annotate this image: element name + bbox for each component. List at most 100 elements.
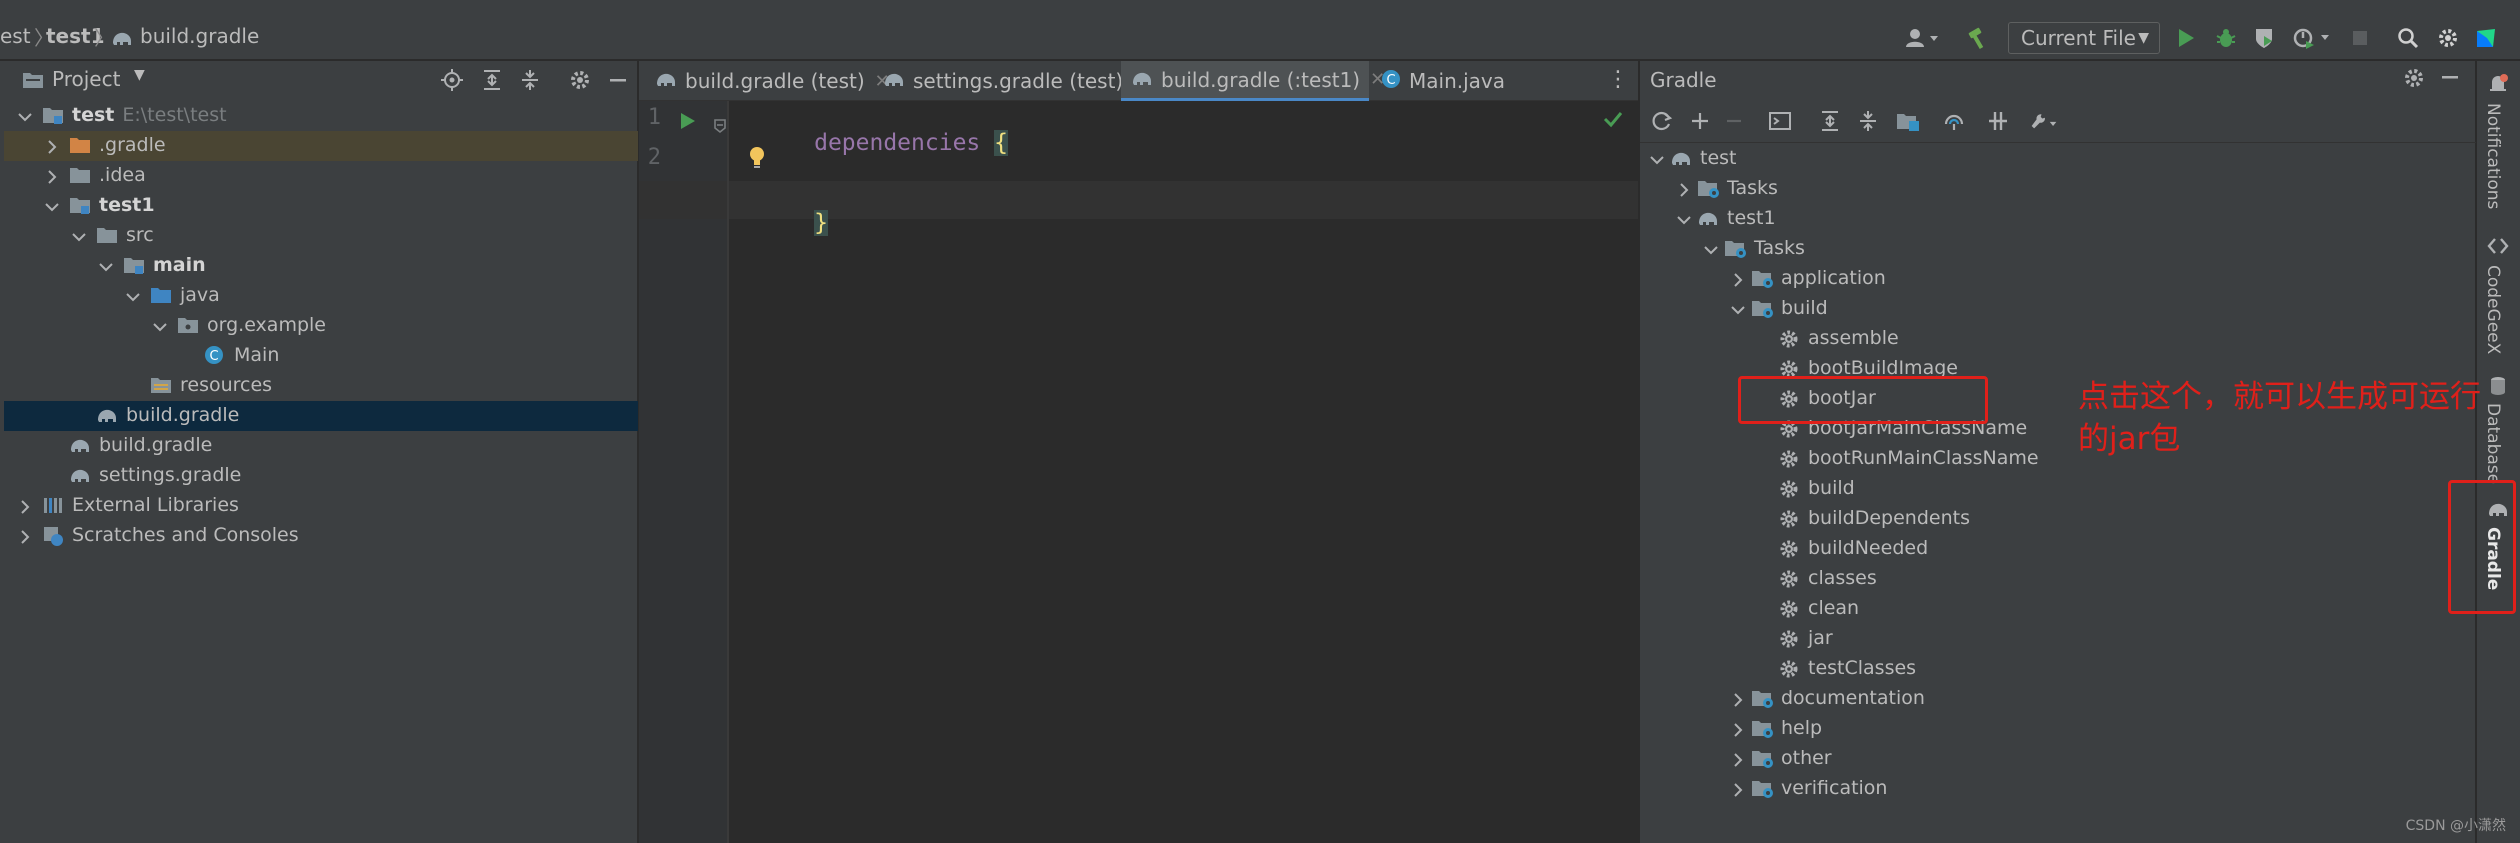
offline-mode-icon[interactable] [1940, 107, 1968, 135]
project-tree-item-scratches-and-consoles[interactable]: Scratches and Consoles [4, 521, 638, 551]
project-tree-item-gradle[interactable]: .gradle [4, 131, 638, 161]
more-tabs-icon[interactable]: ⋮ [1607, 67, 1629, 92]
gradle-tree-item-other[interactable]: other [1729, 744, 2468, 774]
project-tree-item-java[interactable]: java [4, 281, 638, 311]
remove-icon[interactable] [1720, 107, 1748, 135]
expand-all-icon[interactable] [478, 66, 506, 94]
gradle-tree-item-classes[interactable]: classes [1756, 564, 2468, 594]
gradle-tree-item-test1[interactable]: test1 [1675, 204, 2468, 234]
run-configuration-select[interactable]: Current File ▼ [2008, 22, 2160, 54]
gradle-tree-item-tasks[interactable]: Tasks [1702, 234, 2468, 264]
breadcrumb-root[interactable]: est [0, 24, 31, 48]
gear-icon [1778, 478, 1800, 500]
project-tree-item-external-libraries[interactable]: External Libraries [4, 491, 638, 521]
add-icon[interactable] [1686, 107, 1714, 135]
chevron-right-icon[interactable] [43, 137, 61, 155]
gradle-tree-item-build[interactable]: build [1729, 294, 2468, 324]
chevron-down-icon[interactable] [43, 197, 61, 215]
gradle-tree-item-buildneeded[interactable]: buildNeeded [1756, 534, 2468, 564]
settings-gear-icon[interactable] [566, 66, 594, 94]
gradle-tree-item-testclasses[interactable]: testClasses [1756, 654, 2468, 684]
chevron-right-icon[interactable] [43, 167, 61, 185]
gradle-tree-item-jar[interactable]: jar [1756, 624, 2468, 654]
chevron-right-icon[interactable] [16, 497, 34, 515]
chevron-down-icon[interactable] [124, 287, 142, 305]
build-hammer-icon[interactable] [1964, 24, 1992, 52]
group-tasks-icon[interactable] [1894, 107, 1922, 135]
profiler-icon[interactable] [2290, 24, 2334, 52]
gradle-tree-item-tasks[interactable]: Tasks [1675, 174, 2468, 204]
stop-icon[interactable] [2346, 24, 2374, 52]
project-tree-item-org-example[interactable]: org.example [4, 311, 638, 341]
codegeex-tool-button[interactable]: CodeGeeX [2483, 265, 2503, 354]
toggle-offline-icon[interactable] [1984, 107, 2012, 135]
tab-build-gradle-test1[interactable]: build.gradle (:test1) ✕ [1121, 61, 1385, 101]
jetbrains-toolbox-icon[interactable] [2472, 24, 2500, 52]
project-tree-item-build-gradle[interactable]: build.gradle [4, 431, 638, 461]
intention-bulb-icon[interactable] [747, 145, 767, 174]
gradle-tree-item-builddependents[interactable]: buildDependents [1756, 504, 2468, 534]
fold-marker-icon[interactable] [713, 115, 727, 139]
project-tree-item-test1[interactable]: test1 [4, 191, 638, 221]
tab-settings-gradle-test[interactable]: settings.gradle (test) ✕ [877, 61, 1148, 101]
locate-target-icon[interactable] [438, 66, 466, 94]
chevron-down-icon[interactable] [16, 107, 34, 125]
gradle-tree-item-documentation[interactable]: documentation [1729, 684, 2468, 714]
gradle-tree-item-test[interactable]: test [1648, 144, 2468, 174]
gradle-tree-item-clean[interactable]: clean [1756, 594, 2468, 624]
tab-build-gradle-test[interactable]: build.gradle (test) ✕ [649, 61, 890, 101]
chevron-down-icon[interactable] [97, 257, 115, 275]
chevron-down-icon[interactable] [151, 317, 169, 335]
hide-panel-icon[interactable] [604, 66, 632, 94]
chevron-right-icon[interactable] [1675, 180, 1693, 198]
project-tree-item-idea[interactable]: .idea [4, 161, 638, 191]
debug-bug-icon[interactable] [2212, 24, 2240, 52]
chevron-down-icon[interactable]: ▼ [134, 67, 145, 83]
chevron-down-icon[interactable] [1729, 300, 1747, 318]
gradle-tree-item-application[interactable]: application [1729, 264, 2468, 294]
run-icon[interactable] [2172, 24, 2200, 52]
search-icon[interactable] [2394, 24, 2422, 52]
project-tree-item-src[interactable]: src [4, 221, 638, 251]
settings-gear-icon[interactable] [2403, 67, 2425, 94]
breadcrumb-file[interactable]: build.gradle [140, 24, 259, 48]
gradle-tree-item-help[interactable]: help [1729, 714, 2468, 744]
no-problems-check-icon[interactable] [1603, 109, 1623, 133]
chevron-down-icon[interactable] [1702, 240, 1720, 258]
gradle-tree-item-verification[interactable]: verification [1729, 774, 2468, 804]
chevron-right-icon[interactable] [16, 527, 34, 545]
notifications-tool-button[interactable]: Notifications [2483, 103, 2503, 209]
user-icon[interactable] [1902, 24, 1942, 52]
coverage-icon[interactable] [2250, 24, 2278, 52]
gradle-tree-item-build[interactable]: build [1756, 474, 2468, 504]
run-gutter-icon[interactable] [679, 111, 697, 136]
project-tree-item-main[interactable]: C Main [4, 341, 638, 371]
project-tree-item-settings-gradle[interactable]: settings.gradle [4, 461, 638, 491]
build-tool-settings-wrench-icon[interactable] [2030, 107, 2058, 135]
reload-icon[interactable] [1648, 107, 1676, 135]
chevron-down-icon[interactable] [1648, 150, 1666, 168]
settings-gear-icon[interactable] [2434, 24, 2462, 52]
collapse-all-icon[interactable] [1854, 107, 1882, 135]
gradle-item-label: buildDependents [1808, 507, 1970, 529]
chevron-right-icon[interactable] [1729, 780, 1747, 798]
chevron-down-icon[interactable] [1675, 210, 1693, 228]
project-tree-item-test[interactable]: test E:\test\test [4, 101, 638, 131]
gradle-tree-item-assemble[interactable]: assemble [1756, 324, 2468, 354]
project-tree-item-main[interactable]: main [4, 251, 638, 281]
chevron-down-icon[interactable] [70, 227, 88, 245]
expand-all-icon[interactable] [1816, 107, 1844, 135]
chevron-right-icon[interactable] [1729, 720, 1747, 738]
tasks-folder-icon [1751, 778, 1773, 800]
project-tree-item-build-gradle[interactable]: build.gradle [4, 401, 638, 431]
collapse-all-icon[interactable] [516, 66, 544, 94]
chevron-right-icon[interactable] [1729, 690, 1747, 708]
code-area[interactable]: dependencies { } [639, 101, 1638, 843]
project-tree-item-resources[interactable]: resources [4, 371, 638, 401]
hide-panel-icon[interactable] [2440, 67, 2460, 92]
execute-task-icon[interactable] [1766, 107, 1794, 135]
chevron-right-icon[interactable] [1729, 270, 1747, 288]
tab-main-java[interactable]: C Main.java [1375, 61, 1565, 101]
chevron-right-icon[interactable] [1729, 750, 1747, 768]
project-panel-title[interactable]: Project [52, 67, 120, 91]
